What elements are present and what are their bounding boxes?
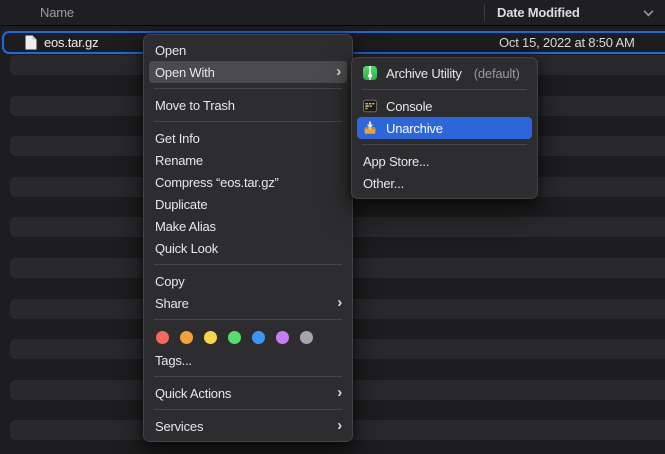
submenu-chevron-icon: ›: [337, 295, 342, 310]
menu-item-move-to-trash[interactable]: Move to Trash: [144, 94, 352, 116]
submenu-item-other[interactable]: Other...: [352, 172, 537, 194]
menu-item-quick-look[interactable]: Quick Look: [144, 237, 352, 259]
file-date-modified: Oct 15, 2022 at 8:50 AM: [499, 33, 635, 52]
menu-separator: [154, 319, 342, 320]
column-divider[interactable]: [484, 4, 485, 21]
tag-color-dot[interactable]: [204, 331, 217, 344]
menu-item-label: Move to Trash: [155, 98, 235, 113]
menu-item-label: Share: [155, 296, 189, 311]
menu-item-copy[interactable]: Copy: [144, 270, 352, 292]
menu-item-label: Copy: [155, 274, 185, 289]
menu-separator: [154, 264, 342, 265]
menu-separator: [154, 121, 342, 122]
submenu-item-label: App Store...: [363, 154, 429, 169]
tag-color-dot[interactable]: [300, 331, 313, 344]
menu-separator: [154, 88, 342, 89]
menu-item-label: Services: [155, 419, 203, 434]
menu-item-label: Quick Actions: [155, 386, 231, 401]
menu-item-rename[interactable]: Rename: [144, 149, 352, 171]
menu-separator: [154, 376, 342, 377]
column-header-date-modified[interactable]: Date Modified: [497, 0, 580, 25]
submenu-item-console[interactable]: Console: [352, 95, 537, 117]
menu-item-duplicate[interactable]: Duplicate: [144, 193, 352, 215]
submenu-item-label: Other...: [363, 176, 404, 191]
column-header-name[interactable]: Name: [40, 0, 74, 25]
console-icon: [362, 98, 378, 114]
unarchiver-icon: [362, 120, 378, 136]
menu-item-label: Get Info: [155, 131, 200, 146]
file-name: eos.tar.gz: [44, 33, 98, 52]
context-menu: Open Open With › Move to Trash Get Info …: [143, 34, 353, 442]
menu-item-compress[interactable]: Compress “eos.tar.gz”: [144, 171, 352, 193]
menu-separator: [154, 409, 342, 410]
menu-item-quick-actions[interactable]: Quick Actions ›: [144, 382, 352, 404]
menu-item-open[interactable]: Open: [144, 39, 352, 61]
menu-item-share[interactable]: Share ›: [144, 292, 352, 314]
submenu-item-label: Archive Utility: [386, 66, 462, 81]
submenu-item-label: Console: [386, 99, 432, 114]
submenu-chevron-icon: ›: [336, 64, 341, 79]
menu-item-label: Rename: [155, 153, 203, 168]
tag-color-dot[interactable]: [252, 331, 265, 344]
menu-item-label: Make Alias: [155, 219, 216, 234]
menu-item-make-alias[interactable]: Make Alias: [144, 215, 352, 237]
menu-item-label: Compress “eos.tar.gz”: [155, 175, 279, 190]
document-file-icon: [25, 35, 37, 50]
tag-color-dots: [144, 325, 352, 349]
menu-item-get-info[interactable]: Get Info: [144, 127, 352, 149]
menu-separator: [362, 89, 527, 90]
submenu-item-archive-utility[interactable]: Archive Utility (default): [352, 62, 537, 84]
menu-item-label: Open With: [155, 65, 215, 80]
menu-item-label: Duplicate: [155, 197, 207, 212]
submenu-chevron-icon: ›: [337, 385, 342, 400]
default-annotation: (default): [474, 66, 520, 81]
tag-color-dot[interactable]: [228, 331, 241, 344]
menu-separator: [362, 144, 527, 145]
submenu-item-unarchive[interactable]: Unarchive: [357, 117, 532, 139]
menu-item-label: Quick Look: [155, 241, 218, 256]
menu-item-tags[interactable]: Tags...: [144, 349, 352, 371]
submenu-chevron-icon: ›: [337, 418, 342, 433]
tag-color-dot[interactable]: [180, 331, 193, 344]
finder-window: Name Date Modified eos.tar.gz Oct 15, 20…: [0, 0, 665, 454]
list-header: Name Date Modified: [0, 0, 665, 26]
tag-color-dot[interactable]: [276, 331, 289, 344]
sort-chevron-down-icon: [643, 10, 654, 17]
tag-color-dot[interactable]: [156, 331, 169, 344]
archive-utility-icon: [362, 65, 378, 81]
submenu-item-app-store[interactable]: App Store...: [352, 150, 537, 172]
menu-item-label: Open: [155, 43, 186, 58]
menu-item-label: Tags...: [155, 353, 192, 368]
open-with-submenu: Archive Utility (default) Console: [351, 57, 538, 199]
menu-item-services[interactable]: Services ›: [144, 415, 352, 437]
submenu-item-label: Unarchive: [386, 121, 443, 136]
menu-item-open-with[interactable]: Open With ›: [149, 61, 347, 83]
